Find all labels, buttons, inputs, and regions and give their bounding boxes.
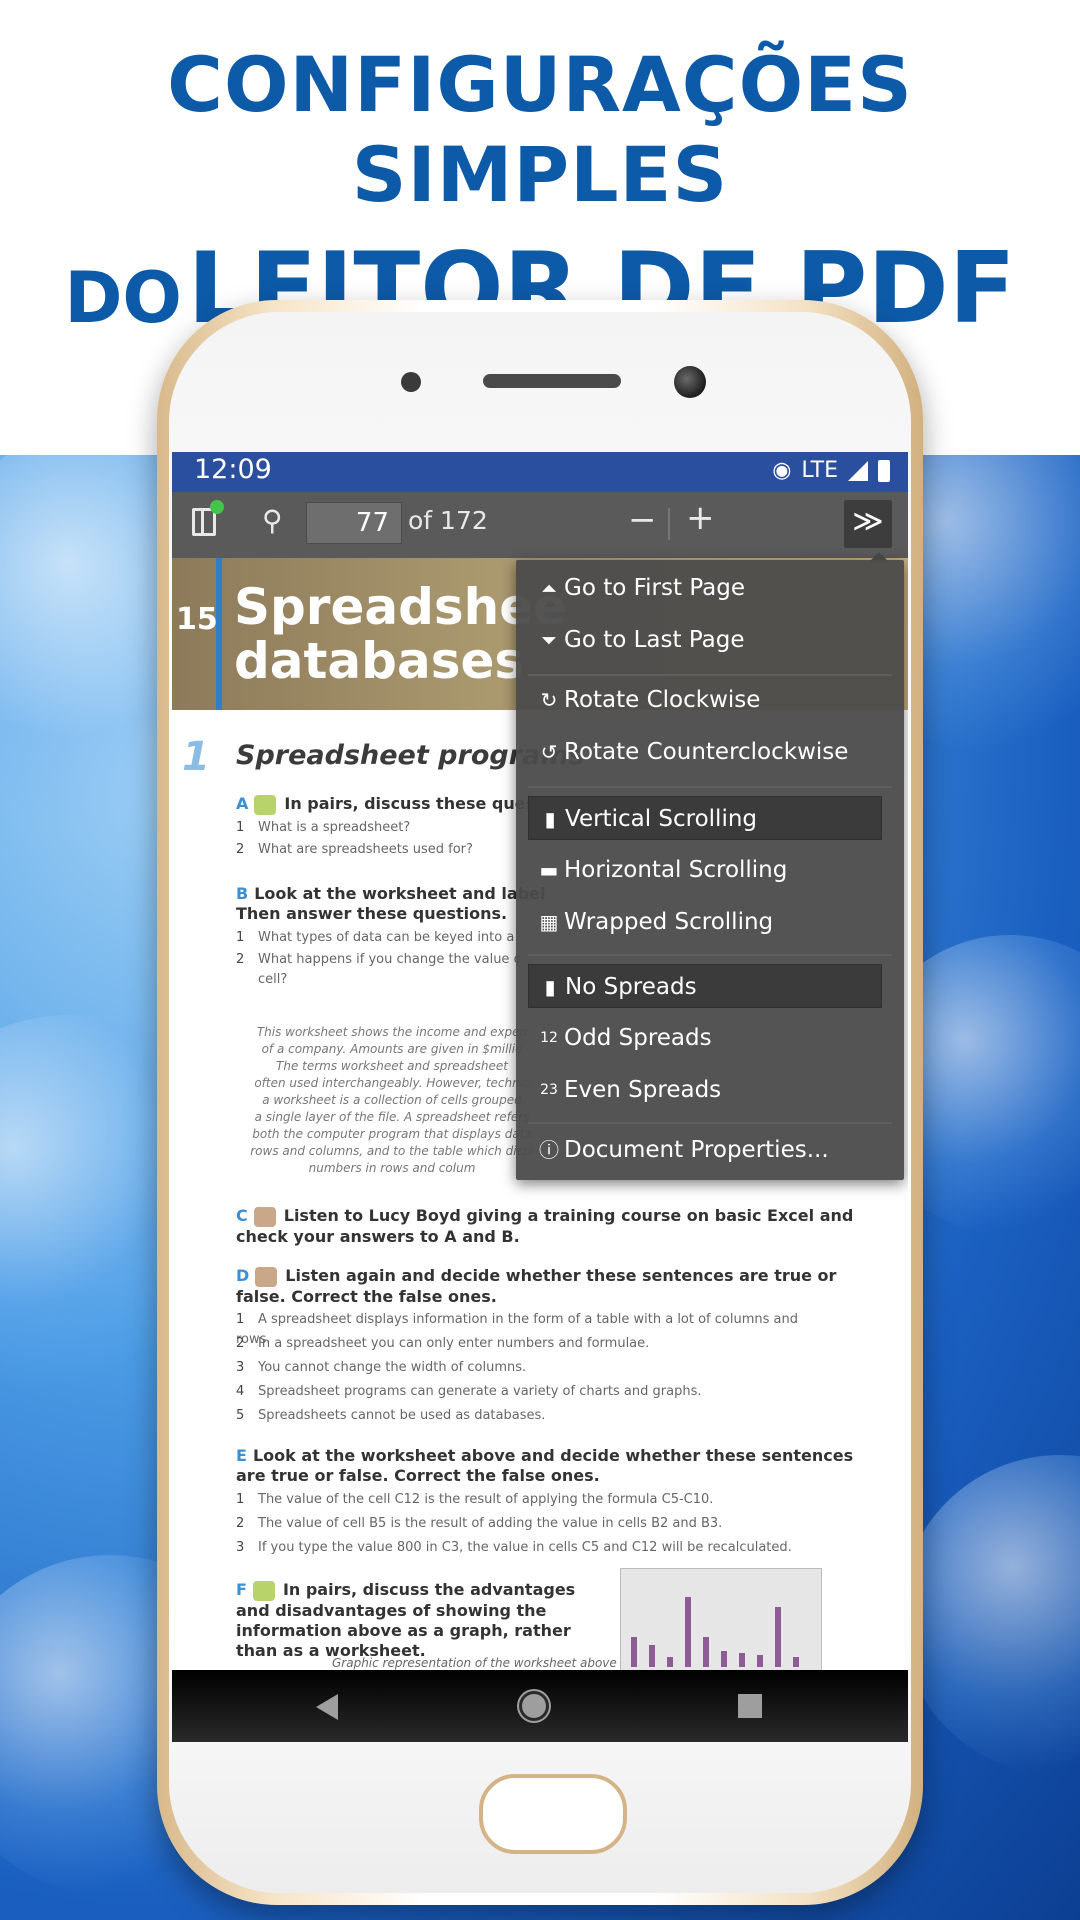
list-item: 3 If you type the value 800 in C3, the va…	[236, 1540, 792, 1555]
zoom-out-button[interactable]: −	[628, 500, 657, 540]
audio-icon	[255, 1266, 278, 1287]
list-item: 2 The value of cell B5 is the result of a…	[236, 1516, 723, 1531]
bar-chart-image	[620, 1568, 822, 1678]
home-button[interactable]	[479, 1774, 627, 1854]
status-bar: 12:09 ◉ LTE	[172, 452, 908, 492]
signal-icon	[848, 460, 868, 481]
zoom-divider	[668, 508, 670, 540]
network-type: LTE	[801, 458, 838, 483]
section-number: 1	[182, 734, 210, 780]
rotate-counterclockwise-icon: ↺	[540, 740, 558, 764]
even-spreads-icon: 23	[540, 1082, 558, 1098]
secondary-toolbar-menu: ⏶ Go to First Page ⏷ Go to Last Page ↻ Rota…	[516, 560, 904, 1180]
recent-apps-icon[interactable]	[738, 1694, 762, 1718]
menu-item-rotate-cw[interactable]: ↻ Rotate Clockwise	[528, 678, 882, 722]
rotate-clockwise-icon: ↻	[540, 688, 558, 712]
worksheet-paragraph: This worksheet shows the income and expe…	[250, 1025, 534, 1175]
chart-caption: Graphic representation of the worksheet …	[332, 1656, 617, 1670]
task-text: Listen to Lucy Boyd giving a training co…	[236, 1206, 854, 1246]
back-icon[interactable]	[316, 1694, 338, 1720]
info-icon: ⓘ	[539, 1138, 559, 1162]
task-letter: A	[236, 794, 249, 813]
status-time: 12:09	[194, 454, 272, 485]
task-text: Look at the worksheet and label	[254, 884, 546, 903]
last-page-icon: ⏷	[541, 628, 557, 652]
speech-bubble-icon	[254, 794, 277, 815]
menu-item-first-page[interactable]: ⏶ Go to First Page	[528, 566, 882, 610]
horizontal-scroll-icon: ▬	[539, 858, 559, 882]
odd-spreads-icon: 12	[540, 1030, 558, 1046]
menu-divider	[528, 674, 892, 676]
menu-item-last-page[interactable]: ⏷ Go to Last Page	[528, 618, 882, 662]
menu-divider	[528, 1122, 892, 1124]
list-item: 3 You cannot change the width of columns.	[236, 1360, 527, 1375]
task-letter: C	[236, 1206, 248, 1225]
battery-icon	[878, 459, 890, 482]
list-item: 4 Spreadsheet programs can generate a var…	[236, 1384, 702, 1399]
secondary-toolbar-button[interactable]: ≫	[844, 500, 892, 548]
task-text: In pairs, discuss these questi	[284, 794, 549, 813]
task-letter: B	[236, 884, 249, 903]
no-spreads-icon: ▮	[544, 975, 556, 999]
audio-icon	[253, 1206, 276, 1227]
task-text: In pairs, discuss the advantages and dis…	[236, 1580, 576, 1660]
first-page-icon: ⏶	[541, 576, 557, 600]
headline-do: DO	[64, 257, 182, 339]
vertical-scroll-icon: ▮	[544, 807, 556, 831]
headline-line1: CONFIGURAÇÕES SIMPLES	[167, 40, 913, 219]
menu-item-rotate-ccw[interactable]: ↺ Rotate Counterclockwise	[528, 730, 882, 774]
menu-item-odd-spreads[interactable]: 12 Odd Spreads	[528, 1016, 882, 1060]
zoom-in-button[interactable]: +	[686, 498, 715, 538]
task-text: Listen again and decide whether these se…	[236, 1266, 837, 1306]
speech-bubble-icon	[252, 1580, 275, 1601]
pdf-toolbar: ⚲ 77 of 172 − + ≫	[172, 492, 908, 558]
hotspot-icon: ◉	[772, 458, 792, 483]
task-d: D Listen again and decide whether these s…	[236, 1266, 876, 1307]
menu-item-document-properties[interactable]: ⓘ Document Properties...	[528, 1128, 882, 1172]
menu-item-wrapped-scrolling[interactable]: ▦ Wrapped Scrolling	[528, 900, 882, 944]
phone-screen: 12:09 ◉ LTE ⚲ 77 of 172 − + ≫ 15 Spreads…	[172, 452, 908, 1742]
task-letter: D	[236, 1266, 250, 1285]
task-text: Look at the worksheet above and decide w…	[236, 1446, 854, 1485]
notification-dot	[210, 500, 224, 514]
menu-divider	[528, 786, 892, 788]
task-f: F In pairs, discuss the advantages and di…	[236, 1580, 596, 1661]
home-icon[interactable]	[522, 1694, 546, 1718]
task-c: C Listen to Lucy Boyd giving a training c…	[236, 1206, 876, 1247]
menu-item-no-spreads[interactable]: ▮ No Spreads	[528, 964, 882, 1008]
search-icon[interactable]: ⚲	[262, 504, 283, 537]
list-item: 1 The value of the cell C12 is the result…	[236, 1492, 714, 1507]
earpiece-speaker	[483, 374, 621, 388]
menu-divider	[528, 954, 892, 956]
task-text-2: Then answer these questions.	[236, 904, 508, 923]
menu-item-even-spreads[interactable]: 23 Even Spreads	[528, 1068, 882, 1112]
android-nav-bar	[172, 1670, 908, 1742]
task-letter: E	[236, 1446, 247, 1465]
page-number-input[interactable]: 77	[306, 502, 402, 544]
menu-item-vertical-scrolling[interactable]: ▮ Vertical Scrolling	[528, 796, 882, 840]
task-e: E Look at the worksheet above and decide …	[236, 1446, 876, 1486]
front-camera-icon	[674, 366, 706, 398]
wrapped-scroll-icon: ▦	[539, 910, 559, 934]
page-count: of 172	[408, 506, 488, 535]
task-letter: F	[236, 1580, 247, 1599]
menu-item-horizontal-scrolling[interactable]: ▬ Horizontal Scrolling	[528, 848, 882, 892]
status-icons: ◉ LTE	[772, 458, 890, 483]
list-item: 5 Spreadsheets cannot be used as database…	[236, 1408, 546, 1423]
chapter-number: 15	[176, 602, 218, 637]
proximity-sensor	[401, 372, 421, 392]
list-item: 2 In a spreadsheet you can only enter num…	[236, 1336, 650, 1351]
